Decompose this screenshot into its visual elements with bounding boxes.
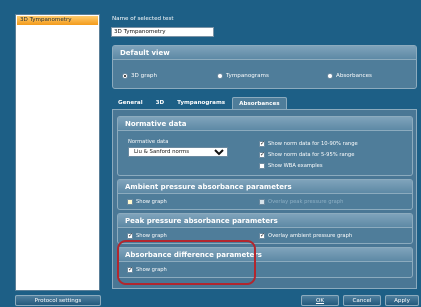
radio-tympanograms[interactable]: Tympanograms <box>217 73 269 79</box>
checkbox-checked-icon[interactable] <box>259 151 265 158</box>
checkbox-icon[interactable] <box>259 163 265 169</box>
check-norm-10-90[interactable]: Show norm data for 10-90% range <box>259 140 358 147</box>
cancel-button[interactable]: Cancel <box>343 295 381 306</box>
protocol-settings-button[interactable]: Protocol settings <box>15 295 101 306</box>
ok-button[interactable]: OK <box>301 295 339 306</box>
radio-icon[interactable] <box>327 73 333 79</box>
check-overlay-ambient[interactable]: Overlay ambient pressure graph <box>259 232 352 239</box>
peak-title: Peak pressure absorbance parameters <box>118 214 412 228</box>
radio-absorbances[interactable]: Absorbances <box>327 73 372 79</box>
tab-tympanograms[interactable]: Tympanograms <box>171 97 232 109</box>
normative-data-label: Normative data <box>128 139 169 145</box>
normative-data-title: Normative data <box>118 117 412 131</box>
test-list[interactable]: 3D Tympanometry <box>15 14 100 291</box>
check-norm-5-95[interactable]: Show norm data for 5-95% range <box>259 151 354 158</box>
normative-data-panel: Normative data Normative data Liu & Sanf… <box>117 116 413 176</box>
check-overlay-peak[interactable]: Overlay peak pressure graph <box>259 199 343 205</box>
check-wba-examples[interactable]: Show WBA examples <box>259 163 323 169</box>
check-peak-show-graph[interactable]: Show graph <box>127 232 167 239</box>
settings-tabs: General 3D Tympanograms Absorbances <box>112 97 287 109</box>
checkbox-checked-icon[interactable] <box>259 232 265 239</box>
tab-general[interactable]: General <box>112 97 149 109</box>
highlight-outline <box>117 240 256 285</box>
radio-icon[interactable] <box>217 73 223 79</box>
tab-absorbances[interactable]: Absorbances <box>232 97 287 109</box>
name-label: Name of selected test <box>112 16 174 22</box>
checkbox-disabled-icon[interactable] <box>259 199 265 205</box>
default-view-panel: Default view 3D graph Tympanograms Absor… <box>112 45 417 89</box>
list-item-selected[interactable]: 3D Tympanometry <box>17 16 98 25</box>
default-view-title: Default view <box>113 46 416 60</box>
ambient-title: Ambient pressure absorbance parameters <box>118 180 412 194</box>
ambient-panel: Ambient pressure absorbance parameters S… <box>117 179 413 210</box>
check-ambient-show-graph[interactable]: Show graph <box>127 199 167 205</box>
radio-selected-icon[interactable] <box>122 73 128 79</box>
normative-data-select[interactable]: Liu & Sanford norms <box>128 147 228 157</box>
test-name-input[interactable] <box>111 27 214 37</box>
tab-3d[interactable]: 3D <box>149 97 171 109</box>
checkbox-icon[interactable] <box>127 199 133 205</box>
radio-3d-graph[interactable]: 3D graph <box>122 73 157 79</box>
checkbox-checked-icon[interactable] <box>127 232 133 239</box>
checkbox-checked-icon[interactable] <box>259 140 265 147</box>
apply-button[interactable]: Apply <box>385 295 419 306</box>
